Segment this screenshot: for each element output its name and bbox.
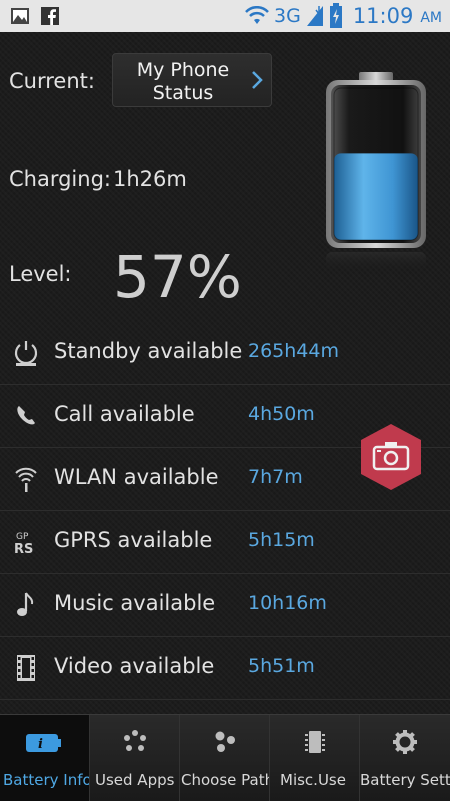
- path-dots-icon: [215, 731, 235, 752]
- phone-icon: [17, 406, 35, 425]
- wifi-icon: [245, 6, 269, 24]
- signal-icon: [306, 6, 323, 26]
- gear-icon: [393, 730, 417, 754]
- tab-used-apps[interactable]: Used Apps: [90, 715, 180, 801]
- svg-text:GP: GP: [16, 532, 29, 542]
- gallery-icon: [11, 8, 29, 24]
- film-icon: [17, 655, 35, 681]
- level-label: Level:: [9, 262, 72, 286]
- tab-battery-info[interactable]: i Battery Info: [0, 715, 90, 801]
- facebook-icon: [41, 7, 59, 25]
- bottom-navigation: i Battery Info Used Apps Choose Path Mis…: [0, 714, 450, 801]
- status-bar: 3G 11:09 AM: [0, 0, 450, 32]
- tab-label: Used Apps: [95, 771, 175, 789]
- battery-charging-icon: [329, 3, 342, 28]
- list-item: GP RS GPRS available 5h15m: [0, 511, 450, 574]
- row-value: 4h50m: [248, 403, 315, 425]
- battery-graphic: [326, 72, 426, 277]
- charging-time: 1h26m: [113, 167, 187, 191]
- music-note-icon: [17, 592, 34, 616]
- tab-label: Choose Path: [181, 771, 270, 789]
- clock-ampm: AM: [420, 10, 442, 26]
- row-value: 265h44m: [248, 340, 339, 362]
- chevron-right-icon: [252, 71, 263, 89]
- battery-level-percent: 57%: [113, 243, 242, 311]
- row-label: WLAN available: [54, 465, 219, 489]
- current-label: Current:: [9, 69, 95, 93]
- profile-name-line2: Status: [152, 82, 214, 104]
- screenshot-camera-button[interactable]: [359, 422, 423, 492]
- row-value: 5h51m: [248, 655, 315, 677]
- row-label: Music available: [54, 591, 216, 615]
- row-label: Standby available: [54, 339, 243, 363]
- wifi-icon: [15, 467, 37, 492]
- tab-misc-use[interactable]: Misc.Use: [270, 715, 360, 801]
- apps-dots-icon: [124, 730, 146, 751]
- list-item: Music available 10h16m: [0, 574, 450, 637]
- gprs-icon: GP RS: [14, 532, 33, 556]
- tab-label: Misc.Use: [280, 771, 346, 789]
- tab-label: Battery Settings: [360, 771, 450, 789]
- profile-select-button[interactable]: My Phone Status: [112, 53, 272, 107]
- row-label: Video available: [54, 654, 215, 678]
- row-label: GPRS available: [54, 528, 213, 552]
- battery-info-icon: i: [26, 734, 61, 752]
- charging-label: Charging:: [9, 167, 111, 191]
- svg-text:i: i: [38, 737, 43, 752]
- row-value: 10h16m: [248, 592, 327, 614]
- standby-icon: [14, 341, 38, 366]
- profile-name-line1: My Phone: [136, 59, 230, 81]
- clock-time: 11:09: [352, 4, 414, 28]
- list-item: Standby available 265h44m: [0, 322, 450, 385]
- list-item: Video available 5h51m: [0, 637, 450, 700]
- chip-icon: [305, 731, 325, 753]
- tab-battery-settings[interactable]: Battery Settings: [360, 715, 450, 801]
- profile-name: My Phone Status: [113, 59, 253, 105]
- row-value: 7h7m: [248, 466, 303, 488]
- network-type: 3G: [274, 5, 301, 27]
- tab-label: Battery Info: [3, 771, 90, 789]
- row-label: Call available: [54, 402, 195, 426]
- tab-choose-path[interactable]: Choose Path: [180, 715, 270, 801]
- svg-text:RS: RS: [14, 542, 33, 556]
- row-value: 5h15m: [248, 529, 315, 551]
